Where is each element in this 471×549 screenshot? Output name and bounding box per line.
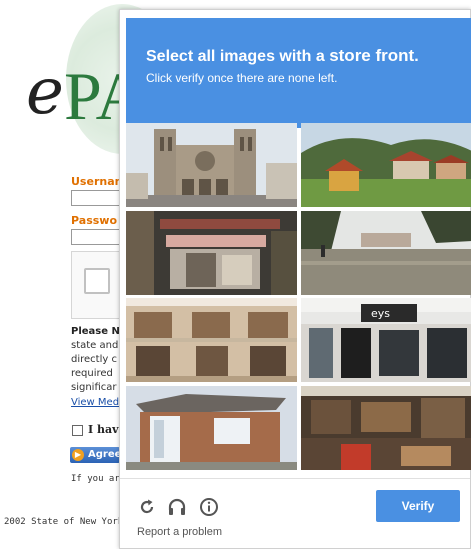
notice-line-2: directly c bbox=[71, 354, 117, 365]
image-tile-keys-corner[interactable]: eys bbox=[301, 298, 471, 382]
instruction-target: store front bbox=[329, 46, 415, 65]
reload-icon[interactable] bbox=[137, 497, 157, 517]
agree-button-label: Agree bbox=[88, 449, 122, 460]
svg-text:eys: eys bbox=[371, 307, 390, 320]
challenge-header: Select all images with a store front. Cl… bbox=[126, 18, 471, 128]
instruction-suffix: . bbox=[414, 48, 419, 65]
notice-line-1: state and bbox=[71, 340, 119, 351]
copyright-footer: 2002 State of New York bbox=[4, 517, 124, 527]
recaptcha-checkbox[interactable] bbox=[84, 268, 110, 294]
agreement-checkbox[interactable] bbox=[72, 424, 83, 436]
image-tile-storefront-awning[interactable] bbox=[126, 211, 297, 295]
view-media-link[interactable]: View Med bbox=[71, 396, 119, 410]
notice-heading: Please N bbox=[71, 326, 120, 337]
agree-button[interactable]: ▶ Agree bbox=[70, 447, 122, 463]
verify-button[interactable]: Verify bbox=[376, 490, 460, 522]
username-label: Usernam bbox=[71, 175, 127, 188]
notice-line-4: significar bbox=[71, 382, 117, 393]
agreement-label: I hav bbox=[88, 423, 119, 436]
info-icon[interactable] bbox=[199, 497, 219, 517]
image-tile-flooded-street[interactable] bbox=[301, 211, 471, 295]
image-tile-cathedral[interactable] bbox=[126, 123, 297, 207]
footer-divider bbox=[120, 478, 470, 479]
image-tile-building-balconies[interactable] bbox=[126, 298, 297, 382]
recaptcha-challenge: Select all images with a store front. Cl… bbox=[119, 9, 471, 549]
agreement-row[interactable]: I hav bbox=[72, 423, 119, 436]
report-problem-link[interactable]: Report a problem bbox=[137, 526, 222, 538]
arrow-icon: ▶ bbox=[72, 449, 84, 461]
if-you-text: If you are bbox=[71, 474, 126, 484]
image-tile-village[interactable] bbox=[301, 123, 471, 207]
notice-line-3: required bbox=[71, 368, 113, 379]
password-label: Passwo bbox=[71, 214, 118, 227]
logo-e: e bbox=[26, 55, 64, 129]
headphones-icon[interactable] bbox=[167, 497, 187, 517]
challenge-instruction: Select all images with a store front. bbox=[146, 46, 419, 66]
challenge-subtext: Click verify once there are none left. bbox=[146, 71, 338, 85]
image-tile-timber-storefront[interactable] bbox=[301, 386, 471, 470]
image-grid: eys bbox=[126, 123, 471, 470]
instruction-prefix: Select all images with a bbox=[146, 48, 330, 65]
image-tile-house-extension[interactable] bbox=[126, 386, 297, 470]
